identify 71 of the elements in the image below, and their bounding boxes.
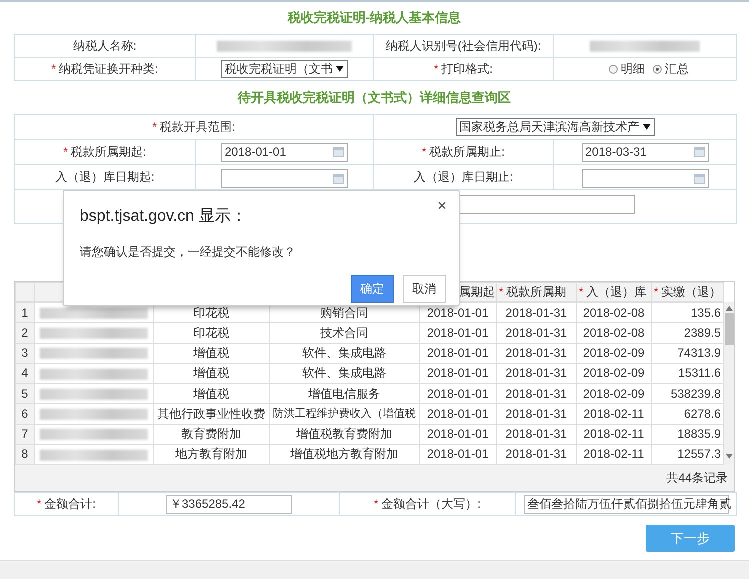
row-number: 2: [16, 322, 34, 343]
table-cell: 增值税: [154, 363, 270, 384]
table-cell: 2018-02-11: [576, 404, 652, 424]
table-cell: 教育费附加: [154, 424, 270, 444]
table-cell: 增值税教育费附加: [270, 424, 420, 444]
table-cell: 2018-01-31: [496, 302, 576, 323]
row-number: 4: [16, 363, 34, 384]
table-cell: 增值税: [154, 343, 270, 364]
row-number: 7: [16, 424, 34, 444]
table-cell: 2018-02-09: [576, 384, 652, 404]
table-cell: 防洪工程维护费收入（增值税: [270, 404, 420, 424]
radio-label: 汇总: [665, 62, 689, 76]
field-label: 税款开具范围:: [160, 120, 236, 134]
table-cell: 2018-01-31: [496, 404, 576, 424]
column-header: 入（退）库: [586, 285, 647, 299]
row-number: 8: [16, 444, 34, 464]
section-title: 税收完税证明-纳税人基本信息: [288, 9, 462, 27]
required-mark: *: [422, 145, 427, 159]
required-mark: *: [63, 145, 68, 159]
table-cell: 2018-01-01: [420, 363, 496, 384]
field-label: 打印格式:: [442, 62, 493, 76]
required-mark: *: [434, 62, 439, 76]
field-label: 纳税人识别号(社会信用代码):: [374, 34, 554, 57]
table-cell: 软件、集成电路: [270, 343, 420, 364]
required-mark: *: [579, 285, 584, 299]
table-cell: 2018-02-09: [576, 363, 652, 384]
field-label: 纳税人名称:: [14, 34, 196, 57]
table-cell: 2018-02-08: [576, 322, 652, 343]
field-label: 金额合计（大写）:: [382, 497, 481, 511]
field-label: 税款所属期起:: [71, 145, 146, 159]
table-cell: 2018-01-31: [496, 322, 576, 343]
column-header: 实缴（退）: [662, 285, 722, 299]
field-label: 金额合计:: [44, 497, 96, 511]
row-number: 1: [16, 302, 34, 323]
table-cell: 2018-02-09: [576, 343, 652, 364]
table-cell: 2018-01-01: [420, 404, 496, 424]
table-cell: 2018-01-31: [496, 343, 576, 364]
table-cell: 2018-01-01: [420, 384, 496, 404]
required-mark: *: [499, 285, 504, 299]
table-cell: 增值电信服务: [270, 384, 420, 404]
field-label: 税款所属期止:: [430, 145, 506, 159]
table-cell: 2018-02-11: [576, 424, 652, 444]
row-number: 5: [16, 384, 34, 404]
dialog-message: 请您确认是否提交，一经提交不能修改？: [80, 244, 297, 261]
column-header: 税款所属期: [506, 285, 567, 299]
table-cell: 2018-01-31: [496, 363, 576, 384]
radio-label: 明细: [621, 62, 645, 76]
column-header: 属期起: [459, 285, 495, 299]
row-number: 3: [16, 343, 34, 364]
dialog-title: bspt.tjsat.gov.cn 显示：: [80, 207, 247, 227]
table-cell: 2018-02-08: [576, 302, 652, 323]
table-cell: 2018-01-31: [496, 384, 576, 404]
field-label: 纳税凭证换开种类:: [59, 62, 158, 76]
required-mark: *: [36, 497, 42, 511]
required-mark: *: [654, 285, 659, 299]
table-cell: 2018-01-01: [420, 343, 496, 364]
required-mark: *: [51, 62, 56, 76]
required-mark: *: [374, 497, 379, 511]
table-cell: 软件、集成电路: [270, 363, 420, 384]
section-title: 待开具税收完税证明（文书式）详细信息查询区: [238, 88, 511, 106]
table-cell: 2018-01-01: [420, 322, 496, 343]
table-cell: 其他行政事业性收费: [154, 404, 270, 424]
table-cell: 2018-01-31: [496, 424, 576, 444]
record-count: 共44条记录: [666, 471, 728, 485]
table-cell: 135.6: [652, 302, 724, 323]
table-cell: 技术合同: [270, 322, 420, 343]
table-cell: 2018-01-01: [420, 424, 496, 444]
required-mark: *: [152, 120, 158, 134]
row-number: 6: [16, 404, 34, 424]
table-cell: 印花税: [154, 322, 270, 343]
table-cell: 增值税: [154, 384, 270, 404]
